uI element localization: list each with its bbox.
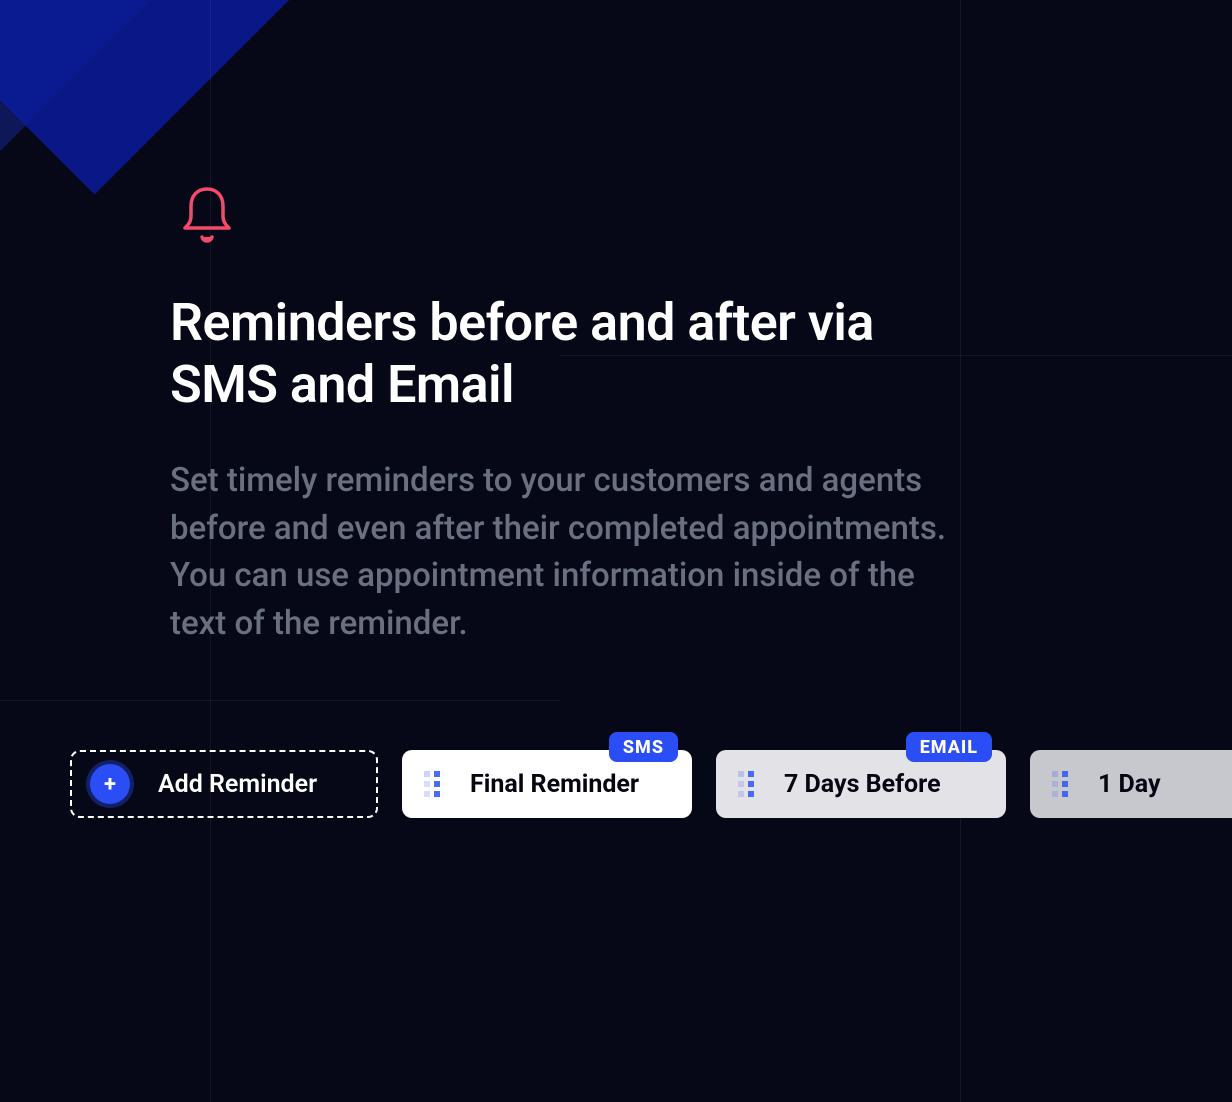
grid-line <box>0 700 560 701</box>
plus-icon: + <box>90 764 130 804</box>
add-reminder-button[interactable]: + Add Reminder <box>70 750 378 818</box>
reminder-card[interactable]: EMAIL 7 Days Before <box>716 750 1006 818</box>
channel-badge: SMS <box>609 732 678 762</box>
add-reminder-label: Add Reminder <box>158 770 317 799</box>
page-subtitle: Set timely reminders to your customers a… <box>170 457 970 648</box>
channel-badge: EMAIL <box>906 732 992 762</box>
page-title: Reminders before and after via SMS and E… <box>170 292 930 417</box>
reminder-card[interactable]: 1 Day <box>1030 750 1232 818</box>
reminders-row: + Add Reminder SMS Final Reminder EMAIL … <box>70 750 1232 818</box>
drag-handle-icon[interactable] <box>1052 771 1068 797</box>
bell-icon <box>180 184 1192 244</box>
drag-handle-icon[interactable] <box>738 771 754 797</box>
reminder-label: Final Reminder <box>470 770 639 799</box>
reminder-card[interactable]: SMS Final Reminder <box>402 750 692 818</box>
drag-handle-icon[interactable] <box>424 771 440 797</box>
reminder-label: 1 Day <box>1098 770 1161 799</box>
reminder-label: 7 Days Before <box>784 770 941 799</box>
